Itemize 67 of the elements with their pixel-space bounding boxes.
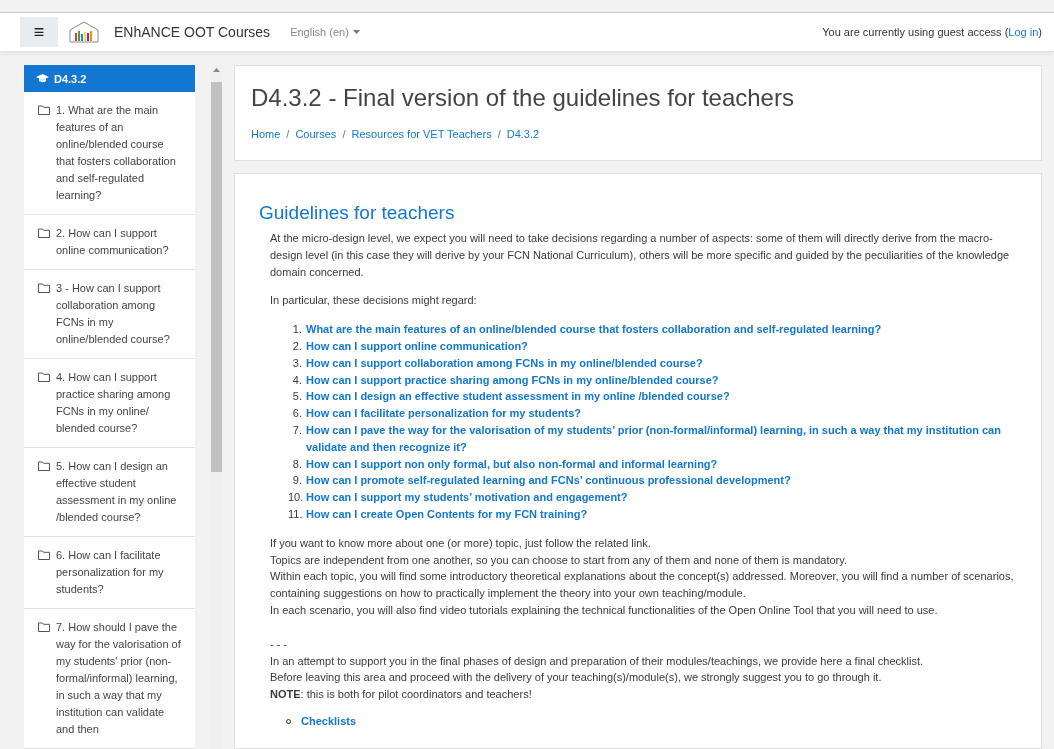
folder-icon xyxy=(38,622,50,632)
list-number: 8. xyxy=(291,456,302,472)
list-number: 7. xyxy=(291,422,302,438)
topic-link[interactable]: How can I pave the way for the valorisation of my students’ prior (non-formal/informal) learning, in such a way that my institution can validate and then recognize it? xyxy=(306,421,1017,456)
breadcrumb-link[interactable]: Courses xyxy=(295,128,337,140)
section-nav-item[interactable]: 1. What are the main features of an online/blended course that fosters collaboration and self-regulated learning? xyxy=(24,92,195,215)
section-nav-item[interactable]: 4. How can I support practice sharing among FCNs in my online/ blended course? xyxy=(24,359,195,448)
list-number: 1. xyxy=(291,322,302,338)
info-text: NOTE: this is both for pilot coordinators and teachers! xyxy=(270,687,533,703)
list-number: 5. xyxy=(291,389,302,405)
topic-link[interactable]: How can I facilitate personalization for my students? xyxy=(306,405,582,422)
breadcrumb-separator: / xyxy=(286,128,290,140)
folder-icon xyxy=(38,283,50,293)
breadcrumb-separator: / xyxy=(342,128,346,140)
info-text: Within each topic, you will find some introductory theoretical explanations about the concept(s) addressed. Moreover, you will find a number of scenarios, containing suggestions on how to practically implement the theory into your own teaching/module. xyxy=(270,569,1015,602)
info-text: Topics are independent from one another, so you can choose to start from any of them and none of them is mandatory. xyxy=(270,552,849,568)
menu-button[interactable]: ≡ xyxy=(20,17,58,47)
folder-icon xyxy=(38,372,50,382)
caret-icon xyxy=(352,30,360,34)
section-heading: Guidelines for teachers xyxy=(259,202,456,224)
language-menu[interactable]: English (en) xyxy=(290,26,360,38)
topic-link[interactable]: How can I promote self-regulated learning and FCNs’ continuous professional development? xyxy=(306,472,791,490)
site-name[interactable]: ENhANCE OOT Courses xyxy=(114,24,271,40)
folder-icon xyxy=(38,550,50,560)
logo-icon xyxy=(68,21,100,43)
folder-icon xyxy=(38,228,50,238)
topic-link[interactable]: How can I support my students’ motivation and engagement? xyxy=(306,489,628,506)
breadcrumb-link[interactable]: Resources for VET Teachers xyxy=(351,128,492,140)
breadcrumb-link[interactable]: D4.3.2 xyxy=(506,128,540,140)
list-number: 2. xyxy=(291,339,302,354)
login-link[interactable]: Log in xyxy=(1008,26,1039,38)
graduation-cap-icon xyxy=(36,74,49,83)
folder-icon xyxy=(38,105,50,115)
separator-text: - - - xyxy=(270,636,289,652)
scroll-up-icon xyxy=(213,68,220,72)
intro-paragraph: At the micro-design level, we expect you will need to take decisions regarding a number of aspects: some of them will directly derive from the macro-design level (in this case they will derive by your FCN National Curriculum), others will be more specific and guided by the peculiarities of the knowledge domain concerned. xyxy=(270,231,1011,280)
topic-link[interactable]: How can I support online communication? xyxy=(306,338,528,355)
section-nav-item[interactable]: 7. How should I pave the way for the valorisation of my students' prior (non-formal/informal) learning, in such a way that my institution can validate and then xyxy=(24,609,195,749)
info-text: In each scenario, you will also find video tutorials explaining the technical functionalities of the Open Online Tool that you will need to use. xyxy=(270,602,939,618)
page-title: D4.3.2 - Final version of the guidelines for teachers xyxy=(251,84,795,112)
course-nav-item[interactable]: D4.3.2 xyxy=(24,65,195,92)
info-text: In an attempt to support you in the final phases of design and preparation of their modules/teachings, we provide here a final checklist. xyxy=(270,653,925,669)
topic-link[interactable]: How can I support collaboration among FCNs in my online/blended course? xyxy=(306,354,703,372)
section-nav-item[interactable]: 6. How can I facilitate personalization for my students? xyxy=(24,537,195,609)
topic-link[interactable]: What are the main features of an online/blended course that fosters collaboration and self-regulated learning? xyxy=(306,321,882,338)
breadcrumb-separator: / xyxy=(497,128,501,140)
info-text: Before leaving this area and proceed with the delivery of your teaching(s)/module(s), we strongly suggest you to go through it. xyxy=(270,670,883,686)
topic-link[interactable]: How can I create Open Contents for my FCN training? xyxy=(306,505,588,523)
section-nav-item[interactable]: 3 - How can I support collaboration among FCNs in my online/blended course? xyxy=(24,270,195,359)
list-number: 10. xyxy=(288,490,302,506)
list-number: 11. xyxy=(288,506,302,522)
list-number: 4. xyxy=(291,372,302,388)
guest-access-text: You are currently using guest access (Log in) xyxy=(822,26,1042,38)
breadcrumb-link[interactable]: Home xyxy=(251,128,281,140)
topic-link[interactable]: How can I design an effective student assessment in my online /blended course? xyxy=(306,388,730,406)
list-number: 3. xyxy=(291,355,302,371)
info-text: If you want to know more about one (or more) topic, just follow the related link. xyxy=(270,535,652,551)
list-number: 9. xyxy=(291,473,302,489)
section-nav-item[interactable]: 5. How can I design an effective student assessment in my online /blended course? xyxy=(24,448,195,537)
lead-text: In particular, these decisions might regard: xyxy=(270,293,478,309)
checklists-link[interactable]: Checklists xyxy=(301,712,357,730)
topic-link[interactable]: How can I support non only formal, but also non-formal and informal learning? xyxy=(306,455,718,473)
folder-icon xyxy=(38,461,50,471)
list-number: 6. xyxy=(291,406,302,422)
course-title: D4.3.2 xyxy=(54,72,87,85)
section-nav-item[interactable]: 2. How can I support online communication? xyxy=(24,215,195,270)
topic-link[interactable]: How can I support practice sharing among FCNs in my online/blended course? xyxy=(306,371,719,389)
